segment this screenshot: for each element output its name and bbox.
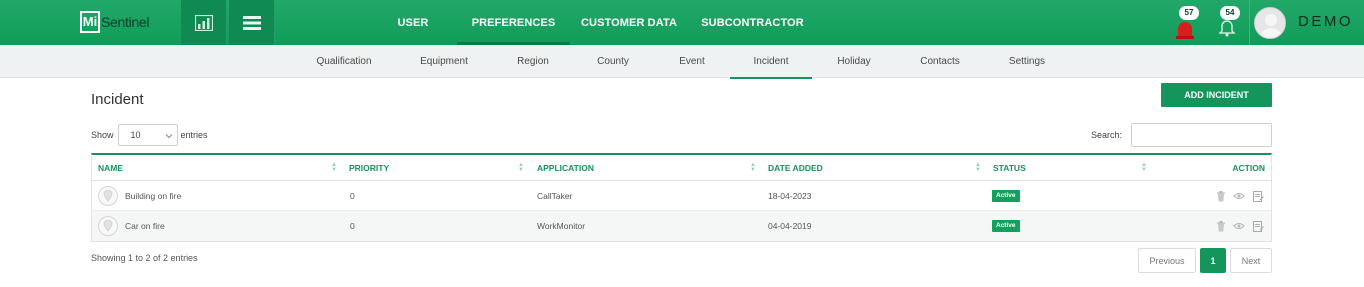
- user-menu[interactable]: DEMO: [1249, 0, 1364, 45]
- nav-subcontractor[interactable]: SUBCONTRACTOR: [700, 0, 805, 45]
- tab-region[interactable]: Region: [510, 45, 556, 78]
- sub-navigation: Qualification Equipment Region County Ev…: [0, 45, 1364, 79]
- incident-table: NAME ▲ ▼ PRIORITY ▲ ▼ APPLICATION ▲ ▼ DATE …: [91, 153, 1272, 242]
- status-badge: Active: [992, 190, 1020, 202]
- cell-application: CallTaker: [537, 191, 573, 201]
- edit-icon[interactable]: [1252, 189, 1264, 203]
- app-logo[interactable]: Mi Sentinel: [80, 11, 150, 33]
- tab-qualification[interactable]: Qualification: [310, 45, 378, 78]
- location-pin-icon: [98, 216, 118, 236]
- tab-settings[interactable]: Settings: [1002, 45, 1052, 78]
- top-bar: Mi Sentinel USER PREFERENCES CUSTOMER DA…: [0, 0, 1364, 45]
- cell-name: Car on fire: [125, 221, 165, 231]
- page-1-button[interactable]: 1: [1200, 248, 1226, 273]
- search-input[interactable]: [1131, 123, 1272, 147]
- logo-text: Sentinel: [101, 14, 150, 30]
- col-application[interactable]: APPLICATION: [537, 155, 594, 181]
- logo-mark: Mi: [80, 11, 100, 33]
- entries-length-control: Show 10 entries: [91, 124, 208, 146]
- col-priority[interactable]: PRIORITY: [349, 155, 389, 181]
- tab-equipment[interactable]: Equipment: [412, 45, 476, 78]
- cell-priority: 0: [350, 191, 355, 201]
- view-icon[interactable]: [1233, 219, 1245, 233]
- col-status[interactable]: STATUS: [993, 155, 1026, 181]
- cell-date-added: 04-04-2019: [768, 221, 812, 231]
- cell-name: Building on fire: [125, 191, 182, 201]
- nav-user[interactable]: USER: [389, 0, 437, 45]
- user-name: DEMO: [1298, 13, 1353, 30]
- chevron-down-icon: [165, 134, 172, 139]
- page-title: Incident: [91, 91, 144, 108]
- alarm-notification[interactable]: 57: [1172, 6, 1202, 42]
- show-label: Show: [91, 130, 114, 140]
- nav-customer-data[interactable]: CUSTOMER DATA: [580, 0, 678, 45]
- bell-notification[interactable]: 54: [1214, 6, 1244, 42]
- location-pin-icon: [98, 186, 118, 206]
- sort-icon[interactable]: ▲ ▼: [517, 162, 525, 173]
- view-icon[interactable]: [1233, 189, 1245, 203]
- cell-application: WorkMonitor: [537, 221, 586, 231]
- entries-select[interactable]: 10: [117, 124, 178, 146]
- table-header: NAME ▲ ▼ PRIORITY ▲ ▼ APPLICATION ▲ ▼ DATE …: [92, 155, 1271, 181]
- dashboard-button[interactable]: [181, 0, 227, 45]
- next-button[interactable]: Next: [1230, 248, 1272, 273]
- sort-icon[interactable]: ▲ ▼: [749, 162, 757, 173]
- avatar: [1254, 7, 1286, 39]
- entries-select-value: 10: [130, 130, 141, 140]
- cell-priority: 0: [350, 221, 355, 231]
- add-incident-button[interactable]: ADD INCIDENT: [1161, 83, 1272, 107]
- nav-preferences[interactable]: PREFERENCES: [457, 0, 570, 45]
- sort-icon[interactable]: ▲ ▼: [974, 162, 982, 173]
- delete-icon[interactable]: [1215, 189, 1227, 203]
- menu-button[interactable]: [229, 0, 275, 45]
- chart-icon: [194, 14, 213, 31]
- tab-county[interactable]: County: [590, 45, 636, 78]
- col-name[interactable]: NAME: [98, 155, 123, 181]
- search-label: Search:: [1091, 130, 1123, 140]
- status-badge: Active: [992, 220, 1020, 232]
- col-date-added[interactable]: DATE ADDED: [768, 155, 823, 181]
- sort-icon[interactable]: ▲ ▼: [330, 162, 338, 173]
- table-info: Showing 1 to 2 of 2 entries: [91, 253, 198, 263]
- edit-icon[interactable]: [1252, 219, 1264, 233]
- sort-icon[interactable]: ▲ ▼: [1140, 162, 1148, 173]
- table-row: Car on fire 0 WorkMonitor 04-04-2019 Act…: [92, 211, 1271, 241]
- col-action: ACTION: [1232, 163, 1265, 173]
- tab-holiday[interactable]: Holiday: [830, 45, 878, 78]
- tab-event[interactable]: Event: [670, 45, 714, 78]
- tab-incident[interactable]: Incident: [730, 45, 812, 79]
- bell-count-badge: 54: [1220, 6, 1240, 20]
- table-row: Building on fire 0 CallTaker 18-04-2023 …: [92, 181, 1271, 211]
- delete-icon[interactable]: [1215, 219, 1227, 233]
- previous-button[interactable]: Previous: [1138, 248, 1196, 273]
- cell-date-added: 18-04-2023: [768, 191, 812, 201]
- entries-label: entries: [180, 130, 208, 140]
- hamburger-icon: [242, 15, 261, 30]
- siren-icon: [1176, 22, 1194, 39]
- alarm-count-badge: 57: [1179, 6, 1199, 20]
- tab-contacts[interactable]: Contacts: [912, 45, 968, 78]
